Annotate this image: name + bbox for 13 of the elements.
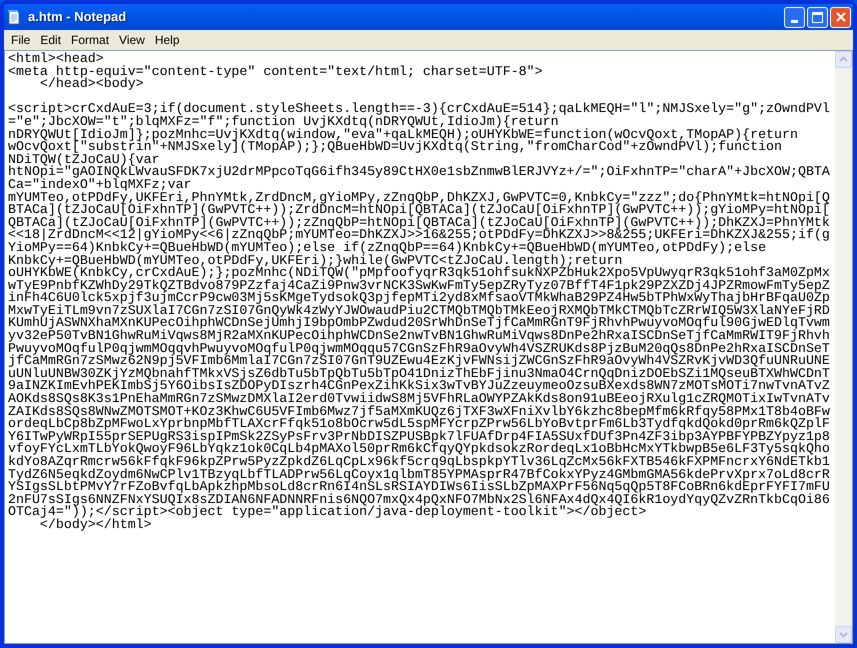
- menu-item[interactable]: Edit: [35, 31, 66, 49]
- menu-item[interactable]: Format: [66, 31, 114, 49]
- menu-item[interactable]: File: [6, 31, 36, 49]
- minimize-button[interactable]: [784, 6, 805, 28]
- notepad-icon: [6, 9, 22, 25]
- window-title: a.htm - Notepad: [28, 8, 126, 26]
- close-button[interactable]: [830, 6, 851, 28]
- minimize-icon: [791, 20, 798, 22]
- menu-item[interactable]: View: [114, 31, 150, 49]
- maximize-button[interactable]: [807, 6, 828, 28]
- close-icon: [836, 12, 846, 22]
- menu-item[interactable]: Help: [150, 31, 185, 49]
- maximize-icon: [812, 12, 823, 22]
